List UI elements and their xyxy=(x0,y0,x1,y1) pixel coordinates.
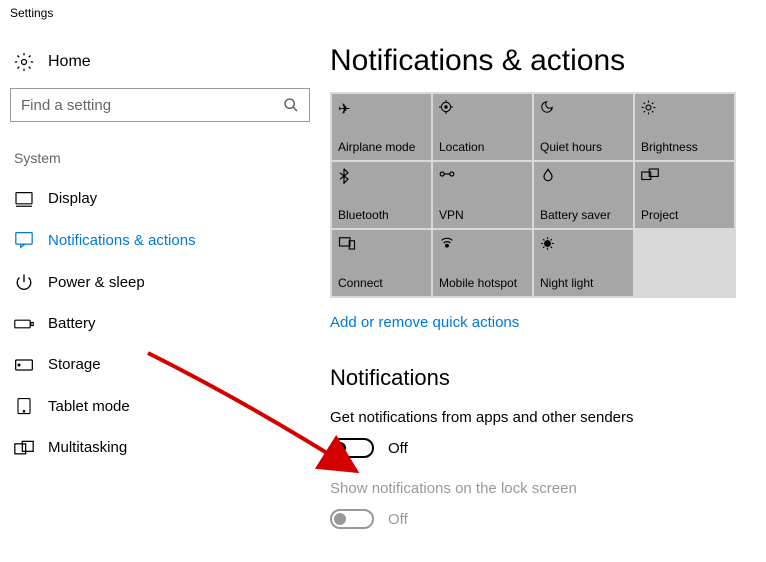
qa-tile-brightness[interactable]: Brightness xyxy=(635,94,734,160)
notifications-heading: Notifications xyxy=(330,365,756,391)
qa-tile-night-light[interactable]: Night light xyxy=(534,230,633,296)
qa-tile-label: Project xyxy=(641,209,728,222)
search-field[interactable] xyxy=(21,97,283,114)
sidebar-item-label: Multitasking xyxy=(48,439,127,456)
connect-icon xyxy=(338,236,425,254)
home-label: Home xyxy=(48,53,91,71)
qa-tile-label: Connect xyxy=(338,277,425,290)
search-icon xyxy=(283,97,299,113)
qa-tile-bluetooth[interactable]: Bluetooth xyxy=(332,162,431,228)
sidebar-item-label: Storage xyxy=(48,356,101,373)
add-remove-quick-actions-link[interactable]: Add or remove quick actions xyxy=(330,314,519,331)
qa-tile-label: Bluetooth xyxy=(338,209,425,222)
night-light-icon xyxy=(540,236,627,254)
main-content: Notifications & actions ✈ Airplane mode … xyxy=(320,26,766,562)
sidebar-item-label: Battery xyxy=(48,315,96,332)
section-label-system: System xyxy=(10,150,310,178)
sidebar: Home System Display Notifications & acti… xyxy=(0,26,320,562)
gear-icon xyxy=(14,52,34,72)
sidebar-item-label: Tablet mode xyxy=(48,398,130,415)
airplane-icon: ✈ xyxy=(338,100,425,118)
tablet-icon xyxy=(14,397,34,415)
toggle-state-label: Off xyxy=(388,440,408,457)
sidebar-item-label: Display xyxy=(48,190,97,207)
qa-tile-label: Mobile hotspot xyxy=(439,277,526,290)
qa-tile-quiet[interactable]: Quiet hours xyxy=(534,94,633,160)
search-input[interactable] xyxy=(10,88,310,122)
sidebar-item-label: Power & sleep xyxy=(48,274,145,291)
bluetooth-icon xyxy=(338,168,425,186)
brightness-icon xyxy=(641,100,728,118)
qa-tile-label: Airplane mode xyxy=(338,141,425,154)
qa-tile-location[interactable]: Location xyxy=(433,94,532,160)
battery-saver-icon xyxy=(540,168,627,186)
setting-notifications-apps-label: Get notifications from apps and other se… xyxy=(330,409,756,426)
sidebar-item-storage[interactable]: Storage xyxy=(10,344,310,385)
qa-tile-connect[interactable]: Connect xyxy=(332,230,431,296)
page-title: Notifications & actions xyxy=(330,44,756,78)
toggle-state-label: Off xyxy=(388,511,408,528)
power-icon xyxy=(14,273,34,291)
qa-tile-label: Battery saver xyxy=(540,209,627,222)
sidebar-item-tablet[interactable]: Tablet mode xyxy=(10,385,310,427)
battery-icon xyxy=(14,317,34,331)
location-icon xyxy=(439,100,526,118)
qa-tile-battery-saver[interactable]: Battery saver xyxy=(534,162,633,228)
vpn-icon xyxy=(439,168,526,186)
window-title: Settings xyxy=(0,0,766,26)
display-icon xyxy=(14,191,34,207)
qa-tile-empty xyxy=(635,230,734,296)
storage-icon xyxy=(14,358,34,372)
quiet-hours-icon xyxy=(540,100,627,118)
toggle-lock-screen xyxy=(330,509,374,529)
qa-tile-label: Quiet hours xyxy=(540,141,627,154)
sidebar-item-power[interactable]: Power & sleep xyxy=(10,261,310,303)
qa-tile-label: Night light xyxy=(540,277,627,290)
home-button[interactable]: Home xyxy=(10,44,310,88)
qa-tile-label: Brightness xyxy=(641,141,728,154)
project-icon xyxy=(641,168,728,186)
qa-tile-vpn[interactable]: VPN xyxy=(433,162,532,228)
setting-lock-screen-label: Show notifications on the lock screen xyxy=(330,480,756,497)
sidebar-item-battery[interactable]: Battery xyxy=(10,303,310,344)
qa-tile-airplane[interactable]: ✈ Airplane mode xyxy=(332,94,431,160)
qa-tile-label: VPN xyxy=(439,209,526,222)
quick-actions-grid: ✈ Airplane mode Location Quiet hours Br xyxy=(330,92,736,298)
hotspot-icon xyxy=(439,236,526,254)
qa-tile-hotspot[interactable]: Mobile hotspot xyxy=(433,230,532,296)
notifications-icon xyxy=(14,231,34,249)
sidebar-item-notifications[interactable]: Notifications & actions xyxy=(10,219,310,261)
qa-tile-label: Location xyxy=(439,141,526,154)
multitasking-icon xyxy=(14,440,34,456)
sidebar-item-label: Notifications & actions xyxy=(48,232,196,249)
toggle-notifications-apps[interactable] xyxy=(330,438,374,458)
sidebar-item-multitasking[interactable]: Multitasking xyxy=(10,427,310,468)
qa-tile-project[interactable]: Project xyxy=(635,162,734,228)
sidebar-item-display[interactable]: Display xyxy=(10,178,310,219)
